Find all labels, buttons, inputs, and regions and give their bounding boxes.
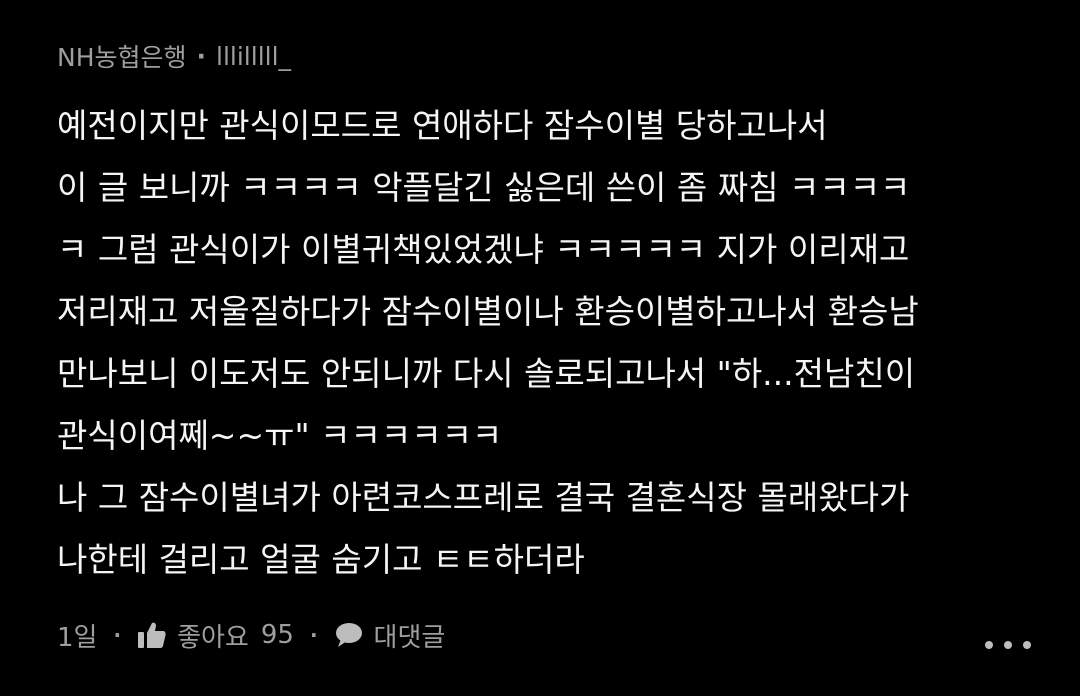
- thumbs-up-icon: [137, 621, 167, 649]
- more-dots-icon: [985, 641, 993, 649]
- meta-separator: ·: [196, 41, 207, 71]
- comment-line: 관식이여쩨~~ㅠ" ㅋㅋㅋㅋㅋㅋ: [57, 416, 503, 455]
- author-name[interactable]: lllilllll_: [216, 42, 291, 71]
- comment-line: 저리재고 저울질하다가 잠수이별이나 환승이별하고나서 환승남: [57, 292, 919, 331]
- comment-item: NH농협은행 · lllilllll_ 예전이지만 관식이모드로 연애하다 잠수…: [0, 0, 1080, 696]
- comment-line: 나 그 잠수이별녀가 아련코스프레로 결국 결혼식장 몰래왔다가: [57, 478, 910, 517]
- comment-line: 예전이지만 관식이모드로 연애하다 잠수이별 당하고나서: [57, 106, 828, 145]
- more-options-button[interactable]: [985, 630, 1031, 660]
- footer-separator: ·: [309, 623, 318, 647]
- board-name[interactable]: NH농협은행: [57, 38, 187, 74]
- comment-meta: NH농협은행 · lllilllll_: [57, 36, 291, 76]
- comment-time: 1일: [57, 622, 98, 653]
- reply-label: 대댓글: [373, 622, 446, 653]
- more-dots-icon: [1023, 641, 1031, 649]
- comment-line: ㅋ 그럼 관식이가 이별귀책있었겠냐 ㅋㅋㅋㅋㅋ 지가 이리재고: [57, 230, 910, 269]
- comment-footer: 1일 · 좋아요 95 · 대댓글: [57, 612, 445, 658]
- footer-separator: ·: [113, 623, 122, 647]
- like-count: 95: [260, 620, 294, 650]
- like-button[interactable]: 좋아요 95: [137, 617, 294, 654]
- more-dots-icon: [1004, 641, 1012, 649]
- comment-line: 만나보니 이도저도 안되니까 다시 솔로되고나서 "하...전남친이: [57, 354, 916, 393]
- reply-button[interactable]: 대댓글: [334, 617, 446, 654]
- like-label: 좋아요: [177, 622, 249, 653]
- speech-bubble-icon: [334, 622, 364, 648]
- comment-line: 나한테 걸리고 얼굴 숨기고 ㅌㅌ하더라: [57, 540, 585, 579]
- comment-body: 예전이지만 관식이모드로 연애하다 잠수이별 당하고나서 이 글 보니까 ㅋㅋㅋ…: [57, 95, 1047, 591]
- comment-line: 이 글 보니까 ㅋㅋㅋㅋ 악플달긴 싫은데 쓴이 좀 짜침 ㅋㅋㅋㅋ: [57, 168, 911, 207]
